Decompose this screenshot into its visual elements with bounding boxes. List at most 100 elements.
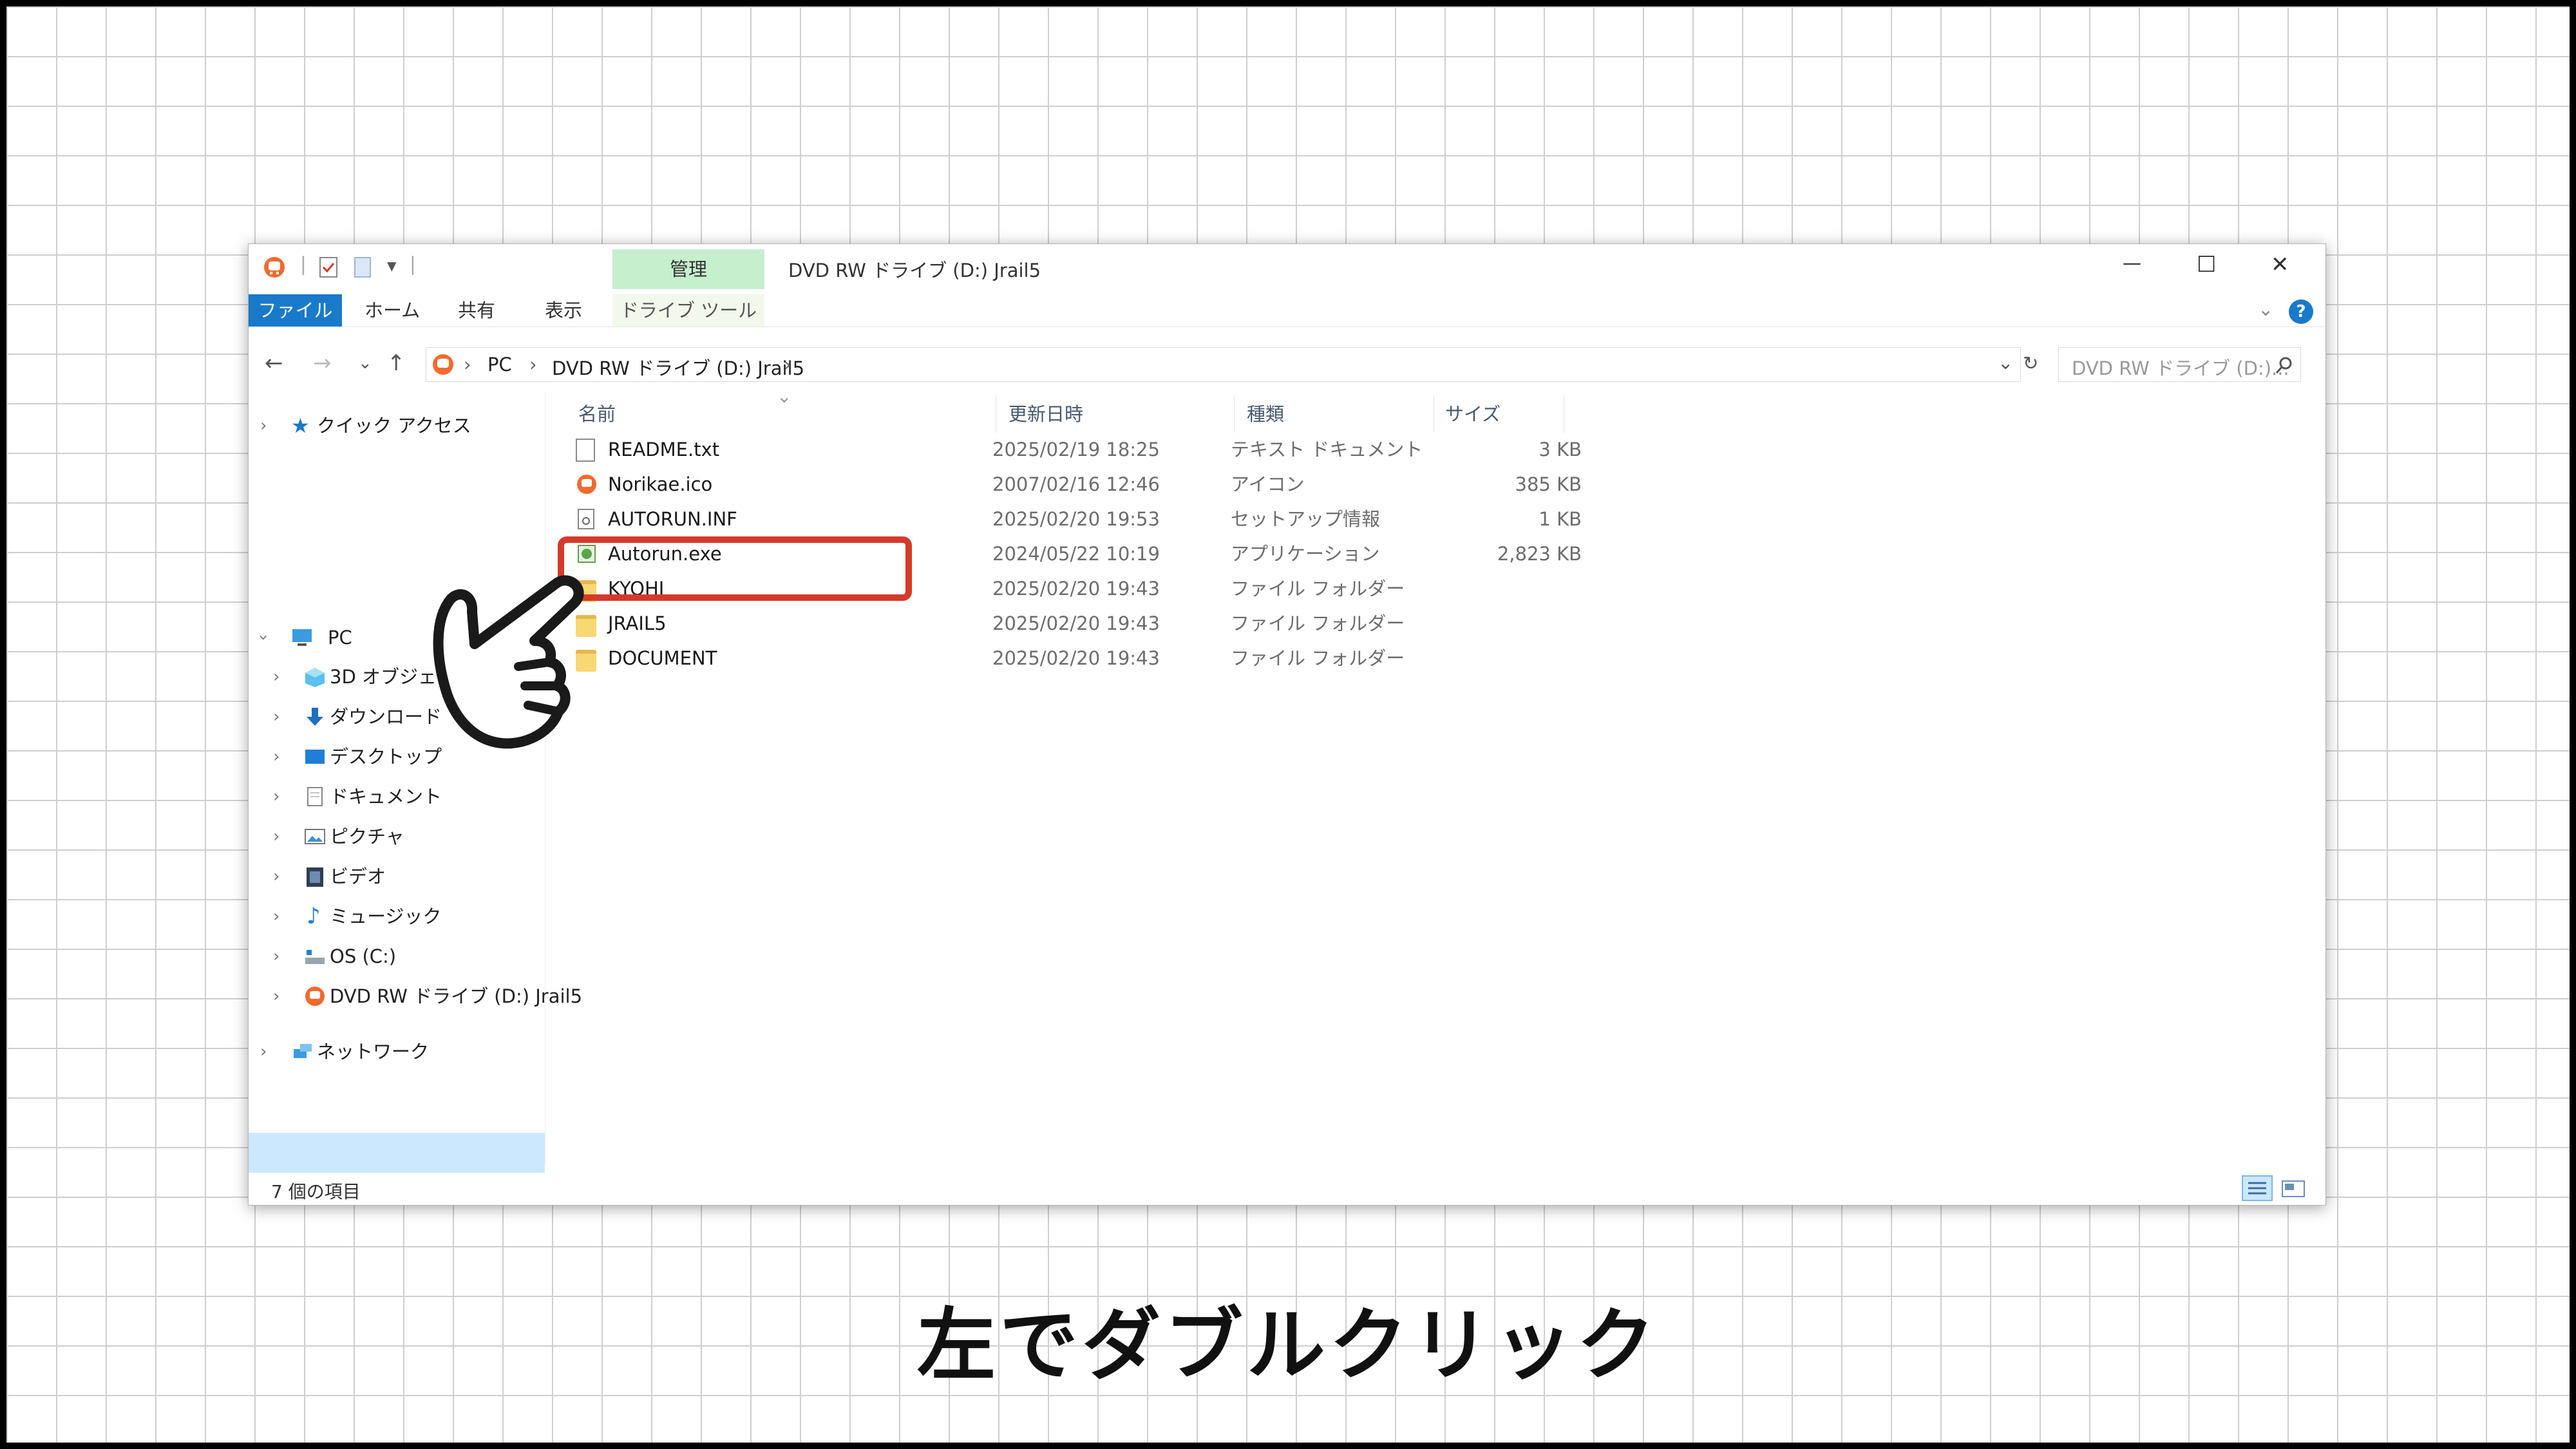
customize-toolbar-icon[interactable]: ▾ <box>387 254 397 276</box>
up-button[interactable]: ↑ <box>387 350 406 376</box>
tab-manage[interactable]: 管理 <box>612 249 764 289</box>
properties-icon[interactable] <box>318 256 340 279</box>
chevron-right-icon: › <box>273 827 280 846</box>
column-divider[interactable] <box>1234 395 1235 433</box>
dvd-drive-icon <box>305 987 325 1006</box>
ribbon-expand-icon[interactable]: ⌄ <box>2258 298 2273 320</box>
nav-pictures[interactable]: › ピクチャ <box>273 820 544 853</box>
pictures-icon <box>305 829 325 844</box>
tab-view[interactable]: 表示 <box>545 294 582 327</box>
desktop-icon <box>305 750 325 764</box>
chevron-right-icon: › <box>260 1042 267 1061</box>
file-modified: 2025/02/19 18:25 <box>992 439 1160 460</box>
search-input[interactable]: DVD RW ドライブ (D:)... <box>2058 347 2301 382</box>
file-type: ファイル フォルダー <box>1231 647 1405 669</box>
star-icon: ★ <box>291 413 310 438</box>
text-document-icon <box>576 439 595 462</box>
nav-label: ピクチャ <box>330 826 404 848</box>
new-folder-icon[interactable] <box>353 256 372 279</box>
column-header-type[interactable]: 種類 <box>1247 395 1284 433</box>
file-row[interactable]: DOCUMENT 2025/02/20 19:43 ファイル フォルダー <box>571 641 1582 676</box>
file-size: 3 KB <box>1539 439 1582 460</box>
nav-music[interactable]: › ♪ ミュージック <box>273 900 544 933</box>
details-view-icon[interactable] <box>2242 1175 2273 1201</box>
minimize-button[interactable]: — <box>2123 252 2141 274</box>
crumb-pc[interactable]: PC <box>488 354 512 375</box>
column-header-modified[interactable]: 更新日時 <box>1009 395 1083 433</box>
file-row[interactable]: README.txt 2025/02/19 18:25 テキスト ドキュメント … <box>571 432 1582 467</box>
forward-button[interactable]: → <box>313 350 332 376</box>
recent-locations-button[interactable]: ⌄ <box>358 354 372 373</box>
pointing-hand-icon <box>433 575 584 749</box>
maximize-button[interactable]: ☐ <box>2197 252 2216 278</box>
chevron-right-icon: › <box>273 907 280 926</box>
file-type: アイコン <box>1231 473 1305 495</box>
chevron-right-icon: › <box>260 416 267 435</box>
tab-home[interactable]: ホーム <box>365 294 420 327</box>
file-modified: 2025/02/20 19:43 <box>992 578 1160 600</box>
file-type: セットアップ情報 <box>1231 508 1381 530</box>
crumb-separator: › <box>464 354 471 375</box>
window-title: DVD RW ドライブ (D:) Jrail5 <box>788 260 1041 281</box>
file-type: アプリケーション <box>1231 543 1380 565</box>
pc-icon <box>292 629 312 646</box>
separator: | <box>300 253 307 275</box>
nav-quick-access[interactable]: › ★ クイック アクセス <box>260 409 537 442</box>
chevron-right-icon: › <box>273 707 280 726</box>
nav-network[interactable]: › ネットワーク <box>260 1035 537 1068</box>
file-row[interactable]: AUTORUN.INF 2025/02/20 19:53 セットアップ情報 1 … <box>571 502 1582 536</box>
close-button[interactable]: ✕ <box>2271 252 2289 278</box>
tab-drive-tools[interactable]: ドライブ ツール <box>612 294 764 327</box>
chevron-right-icon: › <box>273 947 280 966</box>
download-icon <box>307 708 323 726</box>
column-header-name[interactable]: 名前 <box>578 395 616 433</box>
settings-file-icon <box>578 509 594 529</box>
search-placeholder: DVD RW ドライブ (D:)... <box>2072 357 2289 379</box>
navigation-pane: › ★ クイック アクセス › PC › 3D オブジェクト › ダウンロード … <box>249 391 582 1173</box>
file-name: README.txt <box>608 439 720 460</box>
file-name: AUTORUN.INF <box>608 508 737 530</box>
file-modified: 2025/02/20 19:43 <box>992 647 1160 669</box>
sort-indicator-icon: ⌄ <box>777 386 792 407</box>
file-row[interactable]: JRAIL5 2025/02/20 19:43 ファイル フォルダー <box>571 606 1582 641</box>
separator: | <box>410 253 416 275</box>
file-row[interactable]: Norikae.ico 2007/02/16 12:46 アイコン 385 KB <box>571 467 1582 502</box>
tab-file[interactable]: ファイル <box>249 294 342 327</box>
nav-documents[interactable]: › ドキュメント <box>273 780 544 813</box>
nav-label: PC <box>328 627 352 649</box>
drive-icon <box>433 354 453 375</box>
file-name: JRAIL5 <box>608 612 667 634</box>
selected-nav-highlight <box>249 1133 545 1173</box>
crumb-drive[interactable]: DVD RW ドライブ (D:) Jrail5 <box>552 354 804 381</box>
file-type: ファイル フォルダー <box>1231 612 1405 634</box>
file-modified: 2024/05/22 10:19 <box>992 543 1160 565</box>
chevron-right-icon: › <box>273 747 280 766</box>
network-icon <box>294 1044 312 1058</box>
large-icons-view-icon[interactable] <box>2280 1178 2306 1200</box>
file-size: 1 KB <box>1539 508 1582 530</box>
ribbon-tabs: ファイル ホーム 共有 表示 ⌄ ? <box>249 294 2325 327</box>
nav-os-c[interactable]: › OS (C:) <box>273 940 544 973</box>
hard-drive-icon <box>305 950 325 964</box>
title-bar: | ▾ | 管理 DVD RW ドライブ (D:) Jrail5 — ☐ ✕ <box>249 244 2325 289</box>
nav-dvd-drive[interactable]: › DVD RW ドライブ (D:) Jrail5 <box>273 980 582 1013</box>
address-bar[interactable]: › PC › DVD RW ドライブ (D:) Jrail5 › ⌄ <box>426 347 2021 382</box>
back-button[interactable]: ← <box>265 350 283 376</box>
nav-videos[interactable]: › ビデオ <box>273 860 544 893</box>
tab-share[interactable]: 共有 <box>458 294 495 327</box>
nav-label: DVD RW ドライブ (D:) Jrail5 <box>330 985 583 1007</box>
help-icon[interactable]: ? <box>2289 299 2313 324</box>
music-icon: ♪ <box>307 904 321 929</box>
nav-label: ネットワーク <box>317 1041 430 1063</box>
crumb-separator: › <box>784 354 791 375</box>
nav-label: クイック アクセス <box>317 415 471 437</box>
file-type: テキスト ドキュメント <box>1231 439 1423 460</box>
column-header-size[interactable]: サイズ <box>1445 395 1501 433</box>
address-dropdown-icon[interactable]: ⌄ <box>1998 352 2013 374</box>
chevron-right-icon: › <box>273 787 280 806</box>
file-size: 385 KB <box>1515 473 1582 495</box>
chevron-right-icon: › <box>273 667 280 687</box>
refresh-button[interactable]: ↻ <box>2023 352 2038 374</box>
search-icon <box>2275 357 2292 374</box>
video-icon <box>307 867 323 887</box>
